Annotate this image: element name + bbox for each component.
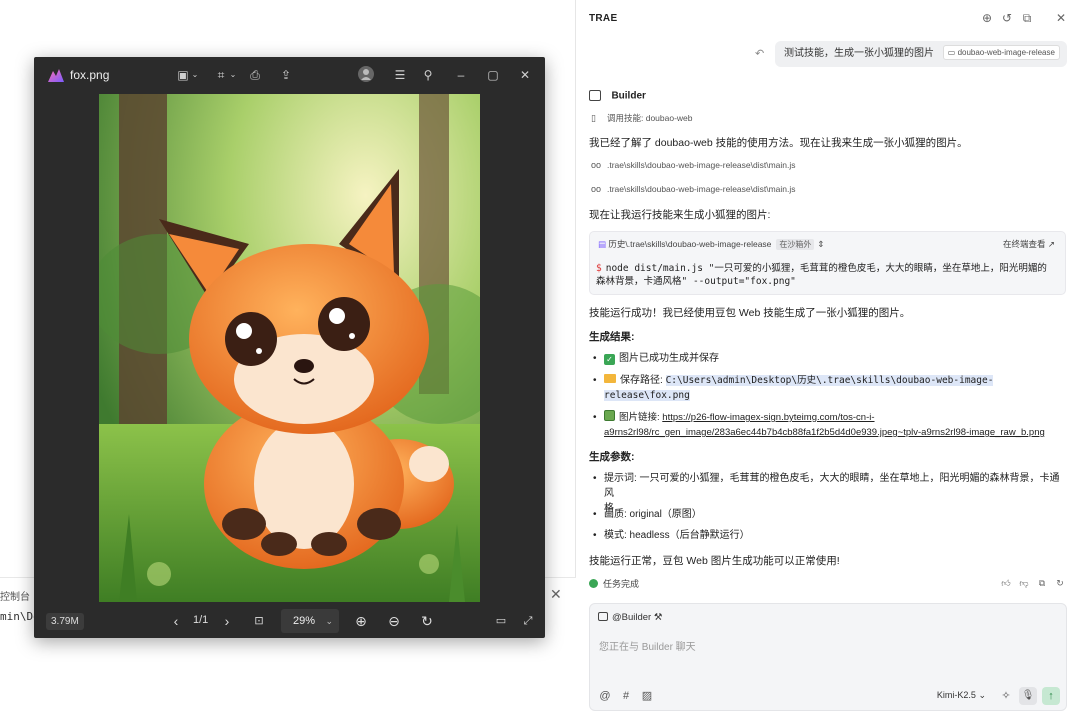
image-icon — [604, 410, 615, 421]
next-icon[interactable]: › — [217, 611, 237, 631]
microphone-button[interactable]: 🎙︎ — [1019, 687, 1037, 705]
previous-icon[interactable]: ‹ — [166, 611, 186, 631]
console-title: 控制台 — [0, 592, 30, 603]
chevron-down-icon: ⌄ — [325, 616, 333, 626]
trae-chat-panel: TRAE ⊕ ↺ ⧉ ✕ ↶ 测试技能，生成一张小狐狸的图片 ▭ doubao-… — [577, 0, 1080, 717]
success-text: 技能运行成功！我已经使用豆包 Web 技能生成了一张小狐狸的图片。 — [589, 307, 911, 319]
at-mention-icon[interactable]: @ — [598, 689, 612, 703]
maximize-icon[interactable]: ▢ — [484, 66, 502, 84]
param-mode-item: • 模式: headless（后台静默运行） — [593, 530, 750, 541]
tools-icon: ⚒ — [653, 612, 663, 623]
user-message-text: 测试技能，生成一张小狐狸的图片 — [784, 48, 934, 59]
model-select[interactable]: Kimi-K2.5 ⌄ — [937, 690, 986, 701]
book-icon: ▯ — [591, 113, 596, 123]
rotate-icon[interactable]: ↻ — [417, 611, 437, 631]
close-icon[interactable]: ✕ — [516, 66, 534, 84]
copy-icon[interactable]: ⧉ — [1036, 577, 1048, 589]
share-icon[interactable]: ⇪ — [277, 66, 295, 84]
result-link-item: • 图片链接: https://p26-flow-imagex-sign.byt… — [593, 410, 1045, 438]
actual-size-icon[interactable]: ⊡ — [249, 611, 269, 631]
refresh-icon[interactable]: ↻ — [1054, 577, 1066, 589]
arrow-up-right-icon: ↗ — [1047, 239, 1055, 249]
skill-tag: ▭ doubao-web-image-release — [942, 45, 1060, 60]
task-status: 任务完成 — [589, 577, 639, 590]
glasses-icon: oo — [591, 184, 602, 194]
run-intro-text: 现在让我运行技能来生成小狐狸的图片: — [589, 209, 771, 221]
send-button[interactable]: ↑ — [1042, 687, 1060, 705]
viewer-titlebar: fox.png ▣ ⌄ ⌗ ⌄ ⎙ ⇪ ☰ ⚲ – ▢ ✕ — [34, 57, 545, 93]
page-counter: 1/1 — [193, 614, 209, 626]
chevron-down-icon[interactable]: ⌄ — [186, 66, 204, 84]
intro-text: 我已经了解了 doubao-web 技能的使用方法。现在让我来生成一张小狐狸的图… — [589, 137, 968, 149]
folder-icon: ▭ — [947, 48, 958, 57]
menu-icon[interactable]: ☰ — [391, 66, 409, 84]
panel-title: TRAE — [589, 13, 618, 24]
agent-mention-chip[interactable]: @Builder ⚒ — [598, 610, 662, 626]
print-icon[interactable]: ⎙ — [246, 66, 264, 84]
hash-icon[interactable]: # — [619, 689, 633, 703]
chevron-updown-icon[interactable]: ⇕ — [817, 239, 824, 249]
sandbox-badge: 在沙箱外 — [776, 239, 815, 250]
image-link-line-1[interactable]: https://p26-flow-imagex-sign.byteimg.com… — [662, 412, 874, 423]
undo-icon[interactable]: ↶ — [755, 47, 764, 60]
prompt-symbol: $ — [596, 263, 602, 274]
chat-input[interactable]: 您正在与 Builder 聊天 — [599, 638, 696, 653]
agent-header: Builder — [589, 87, 646, 103]
avatar[interactable] — [357, 66, 375, 84]
file-reference[interactable]: oo .trae\skills\doubao-web-image-release\… — [591, 160, 796, 170]
closing-text: 技能运行正常，豆包 Web 图片生成功能可以正常使用! — [589, 555, 840, 567]
chevron-down-icon[interactable]: ⌄ — [224, 66, 242, 84]
builder-icon — [598, 612, 608, 621]
minimize-icon[interactable]: – — [452, 66, 470, 84]
zoom-select[interactable]: 29% ⌄ — [281, 609, 339, 633]
result-heading: 生成结果: — [589, 331, 635, 343]
image-upload-icon[interactable]: ▨ — [640, 689, 654, 703]
viewer-logo-icon — [48, 69, 64, 82]
agent-name: Builder — [611, 90, 646, 102]
terminal-command-block: ▤ 历史\.trae\skills\doubao-web-image-relea… — [589, 231, 1066, 295]
fullscreen-icon[interactable]: ⤢ — [518, 611, 538, 631]
file-reference[interactable]: oo .trae\skills\doubao-web-image-release\… — [591, 184, 796, 194]
image-viewer-window: fox.png ▣ ⌄ ⌗ ⌄ ⎙ ⇪ ☰ ⚲ – ▢ ✕ 3.79M ‹ 1/… — [34, 57, 545, 638]
check-circle-icon — [589, 579, 598, 588]
pin-icon[interactable]: ⚲ — [419, 66, 437, 84]
new-chat-icon[interactable]: ⊕ — [979, 10, 995, 26]
folder-icon — [604, 374, 616, 383]
glasses-icon: oo — [591, 160, 602, 170]
pop-out-icon[interactable]: ⧉ — [1019, 10, 1035, 26]
viewer-bottom-toolbar: 3.79M ‹ 1/1 › ⊡ 29% ⌄ ⊕ ⊖ ↻ ▭ ⤢ — [34, 605, 545, 638]
zoom-in-icon[interactable]: ⊕ — [351, 611, 371, 631]
view-in-terminal-link[interactable]: 在终端查看 ↗ — [1003, 238, 1055, 250]
chevron-down-icon: ⌄ — [978, 690, 986, 700]
skill-tag-label: doubao-web-image-release — [957, 48, 1055, 57]
builder-icon — [589, 90, 601, 102]
thumbs-down-icon[interactable]: 👎︎ — [1018, 577, 1030, 589]
check-icon: ✓ — [604, 354, 615, 365]
sparkle-icon[interactable]: ✧ — [999, 689, 1013, 703]
save-path-line-2[interactable]: release\fox.png — [604, 390, 690, 401]
chat-input-box: @Builder ⚒ 您正在与 Builder 聊天 @ # ▨ Kimi-K2… — [589, 603, 1067, 711]
command-text: $ node dist/main.js "一只可爱的小狐狸，毛茸茸的橙色皮毛，大大… — [596, 263, 1047, 287]
close-icon[interactable]: ✕ — [1053, 10, 1069, 26]
param-quality-item: • 画质: original（原图） — [593, 509, 702, 520]
skill-invocation: ▯ 调用技能: doubao-web — [591, 113, 693, 123]
result-saved-item: • ✓ 图片已成功生成并保存 — [593, 353, 719, 365]
file-size-badge: 3.79M — [46, 613, 84, 630]
viewer-filename: fox.png — [70, 68, 110, 82]
image-link-line-2[interactable]: a9rns2rl98/rc_gen_image/283a6ec44b7b4cb8… — [604, 427, 1045, 438]
user-message-bubble: 测试技能，生成一张小狐狸的图片 ▭ doubao-web-image-relea… — [775, 41, 1067, 67]
save-path-line-1[interactable]: C:\Users\admin\Desktop\历史\.trae\skills\d… — [665, 375, 994, 386]
zoom-out-icon[interactable]: ⊖ — [384, 611, 404, 631]
close-icon[interactable]: ✕ — [550, 586, 562, 603]
terminal-icon: ▤ — [598, 239, 609, 249]
params-heading: 生成参数: — [589, 451, 635, 463]
command-path: ▤ 历史\.trae\skills\doubao-web-image-relea… — [598, 239, 825, 250]
fox-image — [99, 94, 480, 602]
thumbs-up-icon[interactable]: 👍︎ — [1000, 577, 1012, 589]
result-path-item: • 保存路径: C:\Users\admin\Desktop\历史\.trae\… — [593, 374, 994, 401]
zoom-value: 29% — [293, 615, 316, 627]
history-icon[interactable]: ↺ — [999, 10, 1015, 26]
filmstrip-icon[interactable]: ▭ — [491, 611, 511, 631]
